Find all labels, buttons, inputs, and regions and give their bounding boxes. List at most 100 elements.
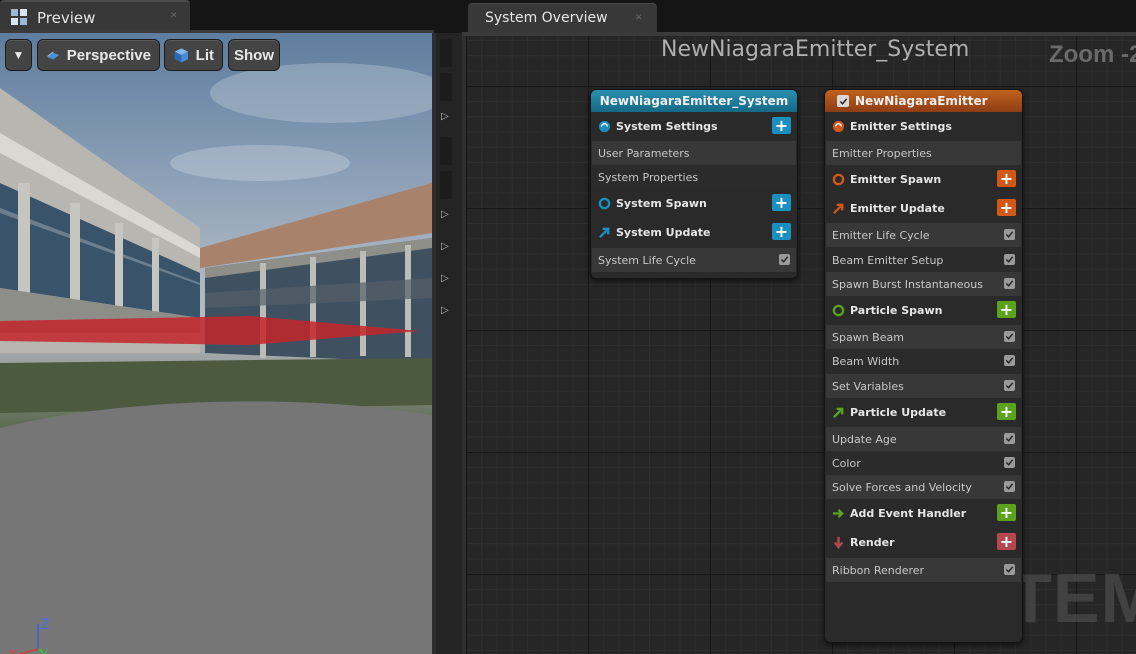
update-arrow-icon (833, 407, 844, 418)
module-row[interactable]: Beam Emitter Setup (826, 248, 1021, 272)
row-label: Emitter Settings (850, 119, 952, 133)
emitter-properties-row[interactable]: Emitter Properties (826, 141, 1021, 165)
emitter-spawn-row[interactable]: Emitter Spawn + (826, 167, 1021, 191)
module-enabled-checkbox[interactable] (1004, 331, 1015, 342)
row-label: Set Variables (832, 379, 904, 393)
axis-gizmo: Z X Y (8, 617, 50, 654)
expand-arrow-icon[interactable]: ▷ (441, 305, 449, 316)
side-toolbar-slot[interactable] (440, 73, 452, 101)
system-overview-graph[interactable]: NewNiagaraEmitter_System Zoom -2 SYSTEM … (466, 36, 1136, 654)
expand-arrow-icon[interactable]: ▷ (441, 241, 449, 252)
chevron-down-icon: ▼ (12, 48, 25, 62)
add-emitter-update-button[interactable]: + (997, 199, 1016, 216)
emitter-settings-row[interactable]: Emitter Settings (826, 114, 1021, 138)
user-parameters-row[interactable]: User Parameters (592, 141, 796, 165)
add-system-update-button[interactable]: + (772, 223, 791, 240)
perspective-button[interactable]: Perspective (37, 39, 160, 71)
emitter-node[interactable]: NewNiagaraEmitter Emitter Settings Emitt… (824, 89, 1023, 643)
add-system-spawn-button[interactable]: + (772, 194, 791, 211)
row-label: User Parameters (598, 146, 690, 160)
viewport-grid-icon (11, 9, 27, 25)
module-enabled-checkbox[interactable] (1004, 254, 1015, 265)
spawn-ring-icon (832, 173, 845, 185)
emitter-update-row[interactable]: Emitter Update + (826, 196, 1021, 220)
expand-arrow-icon[interactable]: ▷ (441, 111, 449, 122)
module-enabled-checkbox[interactable] (1004, 457, 1015, 468)
side-toolbar-slot[interactable] (440, 171, 452, 199)
preview-viewport[interactable]: ▼ Perspective Lit Show Z X Y (0, 33, 432, 654)
system-settings-row[interactable]: System Settings + (592, 114, 796, 138)
module-enabled-checkbox[interactable] (1004, 481, 1015, 492)
system-settings-icon (598, 120, 611, 132)
module-enabled-checkbox[interactable] (1004, 433, 1015, 444)
row-label: Particle Spawn (850, 303, 943, 317)
add-renderer-button[interactable]: + (997, 533, 1016, 550)
lit-label: Lit (195, 46, 214, 64)
add-event-handler-row[interactable]: Add Event Handler + (826, 501, 1021, 525)
module-enabled-checkbox[interactable] (1004, 380, 1015, 391)
show-button[interactable]: Show (228, 39, 280, 71)
module-row[interactable]: Color (826, 451, 1021, 475)
event-arrow-icon (832, 508, 844, 518)
module-row[interactable]: Beam Width (826, 349, 1021, 373)
module-enabled-checkbox[interactable] (1004, 355, 1015, 366)
graph-title: NewNiagaraEmitter_System (661, 37, 970, 62)
row-label: Emitter Properties (832, 146, 932, 160)
emitter-node-header[interactable]: NewNiagaraEmitter (825, 90, 1022, 112)
add-event-handler-button[interactable]: + (997, 504, 1016, 521)
expand-arrow-icon[interactable]: ▷ (441, 209, 449, 220)
system-spawn-row[interactable]: System Spawn + (592, 191, 796, 215)
system-update-row[interactable]: System Update + (592, 220, 796, 244)
preview-scene (0, 63, 432, 654)
show-label: Show (234, 46, 274, 64)
row-label: Update Age (832, 432, 897, 446)
module-enabled-checkbox[interactable] (1004, 564, 1015, 575)
row-label: Color (832, 456, 861, 470)
update-arrow-icon (599, 227, 610, 238)
lit-cube-icon (174, 48, 189, 63)
add-particle-update-button[interactable]: + (997, 403, 1016, 420)
system-node-header[interactable]: NewNiagaraEmitter_System (591, 90, 797, 112)
row-label: System Life Cycle (598, 253, 696, 267)
add-system-settings-button[interactable]: + (772, 117, 791, 134)
module-enabled-checkbox[interactable] (1004, 229, 1015, 240)
expand-arrow-icon[interactable]: ▷ (441, 273, 449, 284)
module-enabled-checkbox[interactable] (779, 254, 790, 265)
emitter-enabled-checkbox[interactable] (837, 95, 849, 107)
viewport-options-button[interactable]: ▼ (5, 39, 32, 71)
system-node[interactable]: NewNiagaraEmitter_System System Settings… (590, 89, 798, 279)
side-toolbar-slot[interactable] (440, 39, 452, 67)
render-icon (833, 536, 844, 549)
module-row[interactable]: Update Age (826, 427, 1021, 451)
render-row[interactable]: Render + (826, 530, 1021, 554)
system-life-cycle-row[interactable]: System Life Cycle (592, 248, 796, 272)
add-emitter-spawn-button[interactable]: + (997, 170, 1016, 187)
module-row[interactable]: Set Variables (826, 374, 1021, 398)
axis-y-label: Y (39, 648, 49, 654)
perspective-cube-icon (47, 51, 60, 60)
row-label: Spawn Beam (832, 330, 904, 344)
add-particle-spawn-button[interactable]: + (997, 301, 1016, 318)
close-icon[interactable]: ✕ (635, 13, 643, 23)
system-properties-row[interactable]: System Properties (592, 165, 796, 189)
lit-button[interactable]: Lit (164, 39, 223, 71)
zoom-label: Zoom -2 (1049, 41, 1136, 68)
emitter-node-title: NewNiagaraEmitter (855, 94, 988, 108)
module-row[interactable]: Spawn Beam (826, 325, 1021, 349)
module-row[interactable]: Solve Forces and Velocity (826, 475, 1021, 499)
close-icon[interactable]: ✕ (170, 11, 178, 21)
particle-update-row[interactable]: Particle Update + (826, 400, 1021, 424)
module-row[interactable]: Emitter Life Cycle (826, 223, 1021, 247)
preview-tab[interactable]: Preview ✕ (0, 0, 190, 32)
system-overview-tab[interactable]: System Overview ✕ (468, 3, 657, 32)
module-row[interactable]: Spawn Burst Instantaneous (826, 272, 1021, 296)
row-label: Beam Emitter Setup (832, 253, 944, 267)
module-row[interactable]: Ribbon Renderer (826, 558, 1021, 582)
module-enabled-checkbox[interactable] (1004, 278, 1015, 289)
particle-spawn-row[interactable]: Particle Spawn + (826, 298, 1021, 322)
emitter-settings-icon (832, 120, 845, 132)
side-toolbar-slot[interactable] (440, 137, 452, 165)
row-label: System Spawn (616, 196, 707, 210)
row-label: Emitter Life Cycle (832, 228, 930, 242)
row-label: Render (850, 535, 895, 549)
